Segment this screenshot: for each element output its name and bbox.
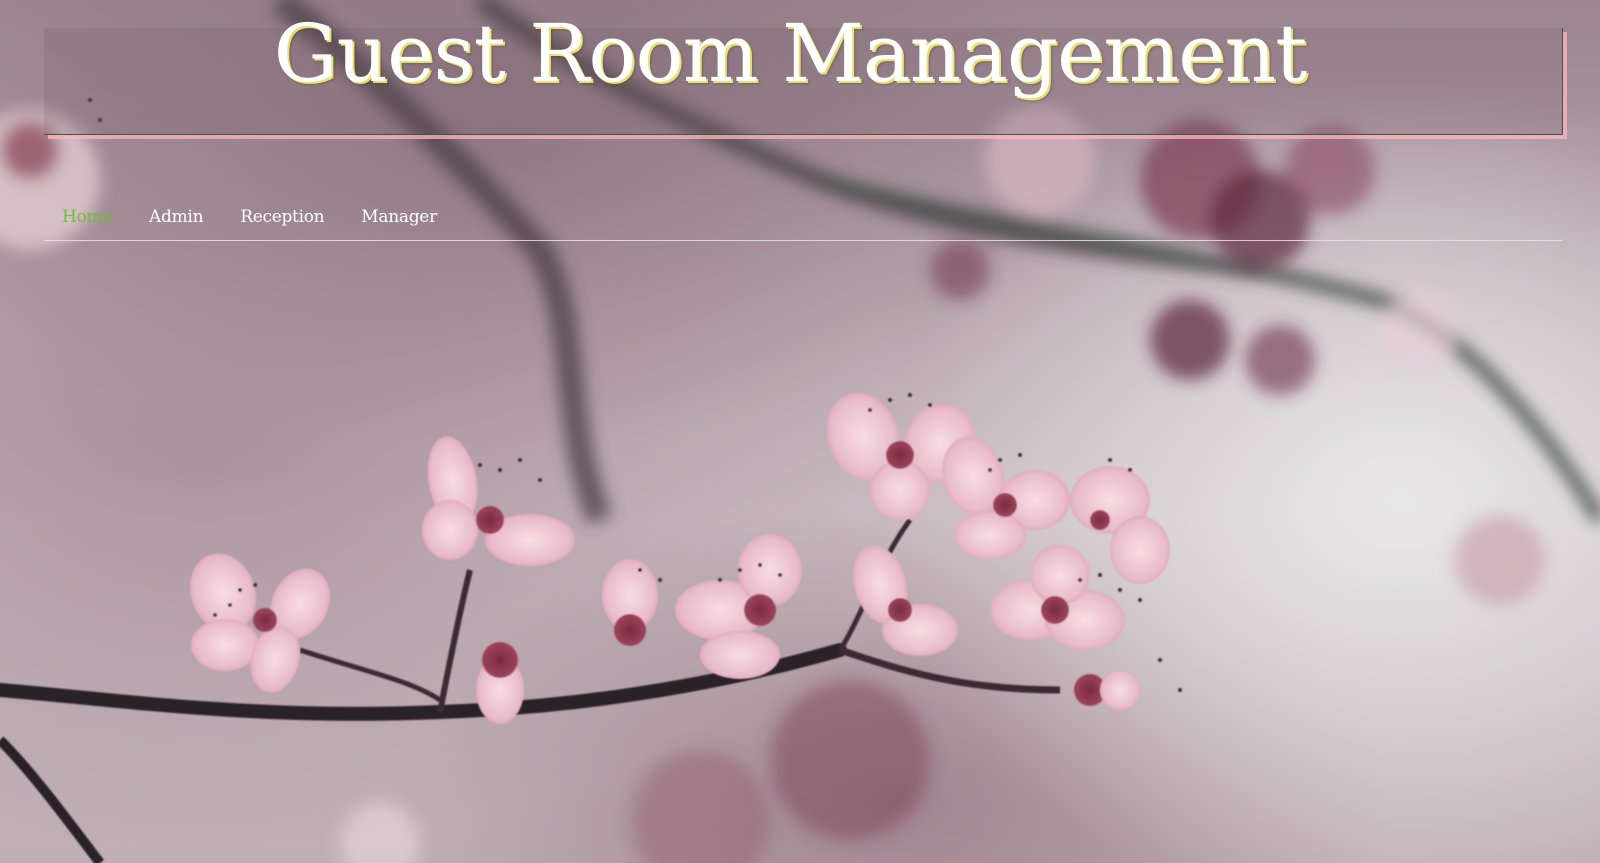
nav-link-reception[interactable]: Reception [240, 200, 324, 234]
page-title: Guest Room Management [273, 7, 1308, 100]
nav-item-manager: Manager [361, 200, 437, 234]
nav-link-admin[interactable]: Admin [149, 200, 203, 234]
nav-link-manager[interactable]: Manager [361, 200, 437, 234]
nav-item-admin: Admin [149, 200, 203, 234]
main-nav: Home Admin Reception Manager [44, 200, 1562, 241]
nav-link-home[interactable]: Home [62, 200, 112, 234]
nav-item-home: Home [62, 200, 112, 234]
nav-list: Home Admin Reception Manager [44, 200, 1562, 234]
nav-item-reception: Reception [240, 200, 324, 234]
